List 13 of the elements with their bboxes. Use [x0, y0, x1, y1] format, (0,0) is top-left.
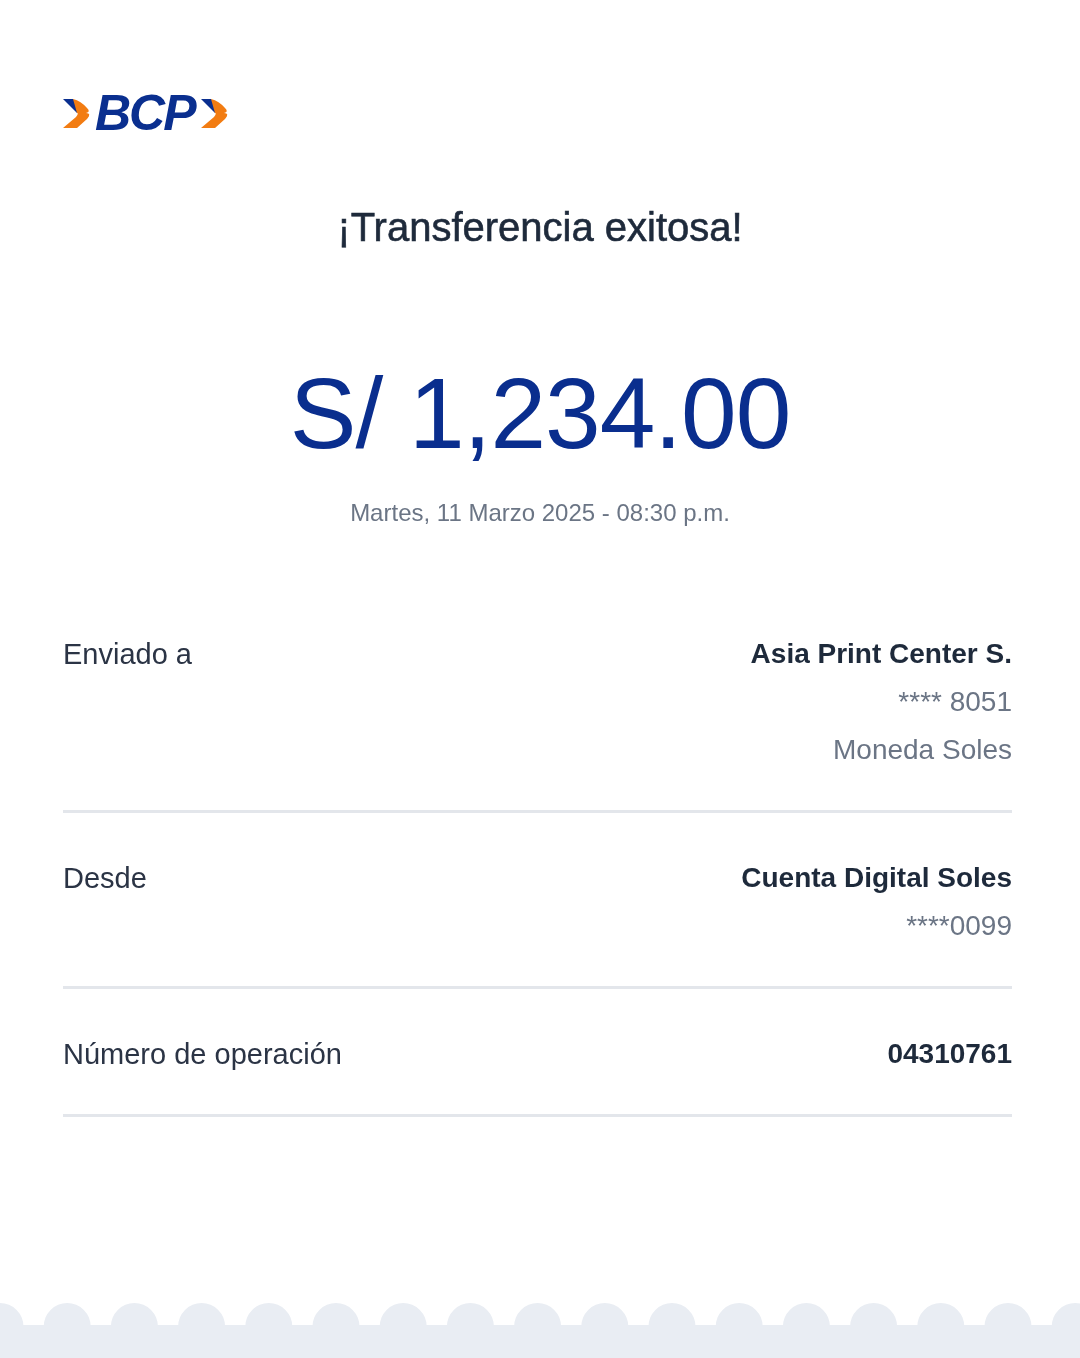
detail-value: **** 8051 [898, 685, 1012, 719]
detail-value: 04310761 [887, 1037, 1012, 1071]
detail-value: Asia Print Center S. [750, 637, 1012, 671]
detail-value: Moneda Soles [833, 733, 1012, 767]
detail-label: Desde [63, 861, 147, 896]
detail-label: Enviado a [63, 637, 192, 672]
transfer-amount: S/ 1,234.00 [288, 358, 792, 468]
success-title: ¡Transferencia exitosa! [336, 204, 744, 251]
detail-value: ****0099 [906, 909, 1012, 943]
detail-value: Cuenta Digital Soles [741, 861, 1012, 895]
transfer-datetime: Martes, 11 Marzo 2025 - 08:30 p.m. [349, 498, 731, 528]
logo-text: BCP [94, 91, 197, 135]
detail-label: Número de operación [63, 1037, 342, 1072]
